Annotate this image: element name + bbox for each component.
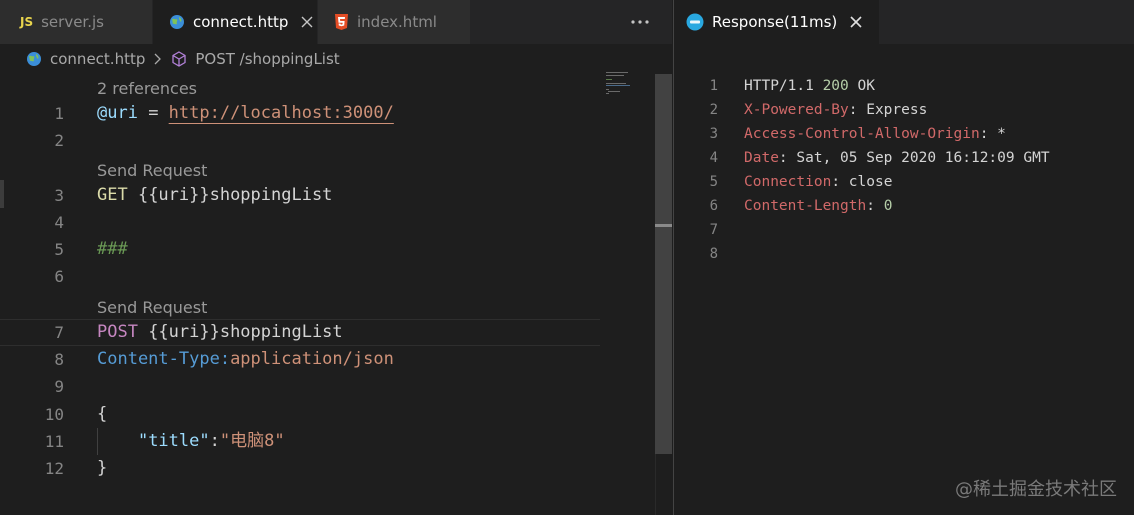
code-text: "title":"电脑8": [137, 431, 285, 451]
response-editor-group: Response(11ms) 1 HTTP/1.1 200 OK 2 X-Pow…: [673, 0, 1134, 515]
code-text: @uri = http://localhost:3000/: [97, 103, 394, 123]
scrollbar-thumb[interactable]: [655, 74, 672, 454]
response-text: HTTP/1.1 200 OK: [744, 78, 875, 94]
code-line: 11 "title":"电脑8": [0, 428, 600, 455]
line-number: 12: [44, 459, 64, 478]
send-request-link[interactable]: Send Request: [97, 161, 207, 181]
tab-bar: Response(11ms): [674, 0, 1134, 44]
close-icon[interactable]: [300, 15, 314, 29]
code-text: ###: [97, 239, 128, 259]
line-number: 8: [54, 350, 64, 369]
line-number: 4: [54, 213, 64, 232]
response-line: 1 HTTP/1.1 200 OK: [674, 74, 1134, 98]
code-text: }: [97, 458, 108, 478]
send-request-link[interactable]: Send Request: [97, 298, 207, 318]
code-text: Content-Type:application/json: [97, 349, 394, 369]
code-line: 6: [0, 263, 600, 290]
line-number: 8: [709, 246, 718, 262]
response-line: 7: [674, 218, 1134, 242]
tab-label: server.js: [41, 13, 104, 31]
url-link[interactable]: http://localhost:3000/: [169, 103, 394, 123]
code-line: 9: [0, 373, 600, 400]
close-icon[interactable]: [849, 15, 863, 29]
response-text: Connection: close: [744, 174, 893, 190]
response-text: Date: Sat, 05 Sep 2020 16:12:09 GMT: [744, 150, 1050, 166]
code-line: 3 GET {{uri}}shoppingList: [0, 182, 600, 209]
ellipsis-icon: [631, 20, 649, 24]
html5-icon: [334, 14, 349, 30]
response-text: X-Powered-By: Express: [744, 102, 928, 118]
line-number: 9: [54, 377, 64, 396]
line-number: 5: [54, 240, 64, 259]
symbol-cube-icon: [172, 51, 187, 67]
minimap[interactable]: [604, 70, 654, 100]
line-number: 7: [709, 222, 718, 238]
js-icon: JS: [20, 15, 34, 29]
tab-label: connect.http: [193, 13, 289, 31]
code-line: 5 ###: [0, 236, 600, 263]
line-number: 5: [709, 174, 718, 190]
tab-bar: JS server.js connect.http index.html: [0, 0, 672, 44]
scrollbar-position-marker: [655, 224, 672, 227]
code-line: 2: [0, 127, 600, 154]
code-line: 4: [0, 209, 600, 236]
code-line: 10 {: [0, 401, 600, 428]
code-lens-references[interactable]: 2 references: [97, 79, 197, 99]
code-text: GET {{uri}}shoppingList: [97, 185, 333, 205]
tab-response[interactable]: Response(11ms): [674, 0, 880, 44]
response-text: Content-Length: 0: [744, 198, 893, 214]
tab-label: index.html: [357, 13, 437, 31]
line-number: 3: [709, 126, 718, 142]
line-number: 1: [709, 78, 718, 94]
code-line: 8 Content-Type:application/json: [0, 346, 600, 373]
chevron-right-icon: [154, 53, 162, 65]
line-number: 4: [709, 150, 718, 166]
response-line: 8: [674, 242, 1134, 266]
response-line: 2 X-Powered-By: Express: [674, 98, 1134, 122]
line-number: 6: [709, 198, 718, 214]
response-line: 3 Access-Control-Allow-Origin: *: [674, 122, 1134, 146]
line-number: 7: [54, 323, 64, 342]
response-icon: [686, 13, 704, 31]
breadcrumb: connect.http POST /shoppingList: [0, 44, 672, 74]
line-number: 11: [44, 432, 64, 451]
response-line: 5 Connection: close: [674, 170, 1134, 194]
tab-label: Response(11ms): [712, 13, 838, 31]
line-number: 1: [54, 104, 64, 123]
code-line: 7 POST {{uri}}shoppingList: [0, 319, 600, 346]
line-number: 2: [709, 102, 718, 118]
tab-index-html[interactable]: index.html: [318, 0, 470, 44]
response-viewer[interactable]: 1 HTTP/1.1 200 OK 2 X-Powered-By: Expres…: [674, 74, 1134, 515]
line-number: 10: [44, 405, 64, 424]
response-line: 6 Content-Length: 0: [674, 194, 1134, 218]
response-text: Access-Control-Allow-Origin: *: [744, 126, 1006, 142]
tab-connect-http[interactable]: connect.http: [153, 0, 317, 44]
code-text: POST {{uri}}shoppingList: [97, 322, 343, 342]
globe-icon: [169, 14, 185, 30]
breadcrumb-file[interactable]: connect.http: [50, 50, 145, 68]
left-editor-group: JS server.js connect.http index.html con…: [0, 0, 672, 515]
code-editor[interactable]: 2 references 1 @uri = http://localhost:3…: [0, 74, 672, 515]
code-line: 1 @uri = http://localhost:3000/: [0, 100, 600, 127]
tab-server-js[interactable]: JS server.js: [0, 0, 152, 44]
line-number: 6: [54, 267, 64, 286]
line-number: 2: [54, 131, 64, 150]
response-line: 4 Date: Sat, 05 Sep 2020 16:12:09 GMT: [674, 146, 1134, 170]
breadcrumb-symbol[interactable]: POST /shoppingList: [195, 50, 339, 68]
watermark: @稀土掘金技术社区: [955, 479, 1117, 500]
more-actions-button[interactable]: [626, 8, 654, 36]
line-number: 3: [54, 186, 64, 205]
globe-icon: [27, 52, 41, 66]
code-text: {: [97, 404, 108, 424]
code-line: 12 }: [0, 455, 600, 482]
